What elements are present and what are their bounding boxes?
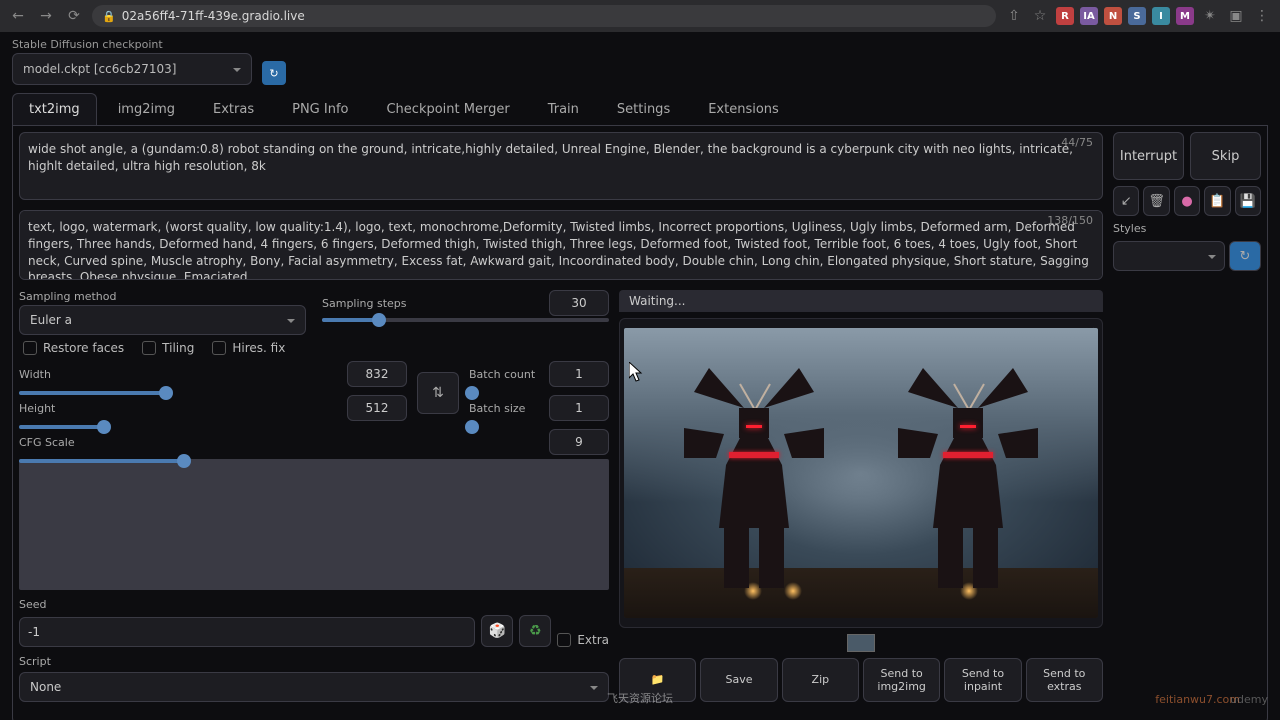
- prompt-negative[interactable]: [19, 210, 1103, 280]
- cfg-slider[interactable]: [19, 459, 609, 590]
- seed-random-button[interactable]: 🎲: [481, 615, 513, 647]
- width-label: Width: [19, 368, 51, 381]
- reload-button[interactable]: ⟳: [64, 6, 84, 26]
- zip-button[interactable]: Zip: [782, 658, 859, 702]
- pos-token-counter: 44/75: [1061, 136, 1093, 149]
- tiling-checkbox[interactable]: Tiling: [142, 341, 194, 355]
- forward-button[interactable]: →: [36, 6, 56, 26]
- checkpoint-dropdown[interactable]: model.ckpt [cc6cb27103]: [12, 53, 252, 85]
- cfg-input[interactable]: [549, 429, 609, 455]
- url-text: 02a56ff4-71ff-439e.gradio.live: [122, 9, 305, 23]
- sampling-method-label: Sampling method: [19, 290, 306, 303]
- prompt-positive[interactable]: [19, 132, 1103, 200]
- sampling-method-select[interactable]: Euler a: [19, 305, 306, 335]
- refresh-checkpoint-button[interactable]: ↻: [262, 61, 286, 85]
- tab-settings[interactable]: Settings: [600, 93, 687, 125]
- watermark-left: 飞天资源论坛: [607, 690, 673, 706]
- neg-token-counter: 138/150: [1047, 214, 1093, 227]
- share-icon[interactable]: ⇧: [1004, 6, 1024, 26]
- watermark-right: feitianwu7.com: [1155, 693, 1240, 706]
- batch-size-label: Batch size: [469, 402, 525, 415]
- seed-label: Seed: [19, 598, 609, 611]
- sampling-steps-label: Sampling steps: [322, 297, 407, 310]
- seed-extra-checkbox[interactable]: Extra: [557, 633, 609, 647]
- ext-icon-1[interactable]: R: [1056, 7, 1074, 25]
- ext-icon-5[interactable]: I: [1152, 7, 1170, 25]
- save-style-button[interactable]: 💾: [1235, 186, 1261, 216]
- apply-style-button[interactable]: 📋: [1204, 186, 1230, 216]
- menu-icon[interactable]: ⋮: [1252, 6, 1272, 26]
- height-label: Height: [19, 402, 55, 415]
- thumbnail[interactable]: [847, 634, 875, 652]
- tab-txt2img[interactable]: txt2img: [12, 93, 97, 125]
- cfg-label: CFG Scale: [19, 436, 75, 449]
- send-img2img-button[interactable]: Send to img2img: [863, 658, 940, 702]
- styles-label: Styles: [1113, 222, 1261, 235]
- refresh-styles-button[interactable]: ↻: [1229, 241, 1261, 271]
- ext-icon-4[interactable]: S: [1128, 7, 1146, 25]
- send-extras-button[interactable]: Send to extras: [1026, 658, 1103, 702]
- hires-fix-checkbox[interactable]: Hires. fix: [212, 341, 285, 355]
- seed-input[interactable]: [19, 617, 475, 647]
- read-prompt-button[interactable]: ↙: [1113, 186, 1139, 216]
- main-tabs: txt2img img2img Extras PNG Info Checkpoi…: [12, 93, 1268, 126]
- sampling-steps-input[interactable]: [549, 290, 609, 316]
- bookmark-icon[interactable]: ☆: [1030, 6, 1050, 26]
- styles-dropdown[interactable]: [1113, 241, 1225, 271]
- show-extra-button[interactable]: ●: [1174, 186, 1200, 216]
- batch-count-input[interactable]: [549, 361, 609, 387]
- seed-recycle-button[interactable]: ♻: [519, 615, 551, 647]
- output-status: Waiting...: [619, 290, 1103, 312]
- lock-icon: 🔒: [102, 10, 116, 23]
- restore-faces-checkbox[interactable]: Restore faces: [23, 341, 124, 355]
- batch-size-input[interactable]: [549, 395, 609, 421]
- width-input[interactable]: [347, 361, 407, 387]
- output-image[interactable]: ✕: [619, 318, 1103, 628]
- back-button[interactable]: ←: [8, 6, 28, 26]
- save-button[interactable]: Save: [700, 658, 777, 702]
- browser-chrome: ← → ⟳ 🔒 02a56ff4-71ff-439e.gradio.live ⇧…: [0, 0, 1280, 32]
- panel-icon[interactable]: ▣: [1226, 6, 1246, 26]
- swap-dimensions-button[interactable]: ⇅: [417, 372, 459, 414]
- clear-prompt-button[interactable]: 🗑: [1143, 186, 1169, 216]
- checkpoint-label: Stable Diffusion checkpoint: [12, 38, 252, 51]
- send-inpaint-button[interactable]: Send to inpaint: [944, 658, 1021, 702]
- tab-img2img[interactable]: img2img: [101, 93, 192, 125]
- batch-count-label: Batch count: [469, 368, 535, 381]
- tab-extras[interactable]: Extras: [196, 93, 271, 125]
- ext-icon-3[interactable]: N: [1104, 7, 1122, 25]
- extensions-icon[interactable]: ✴: [1200, 6, 1220, 26]
- tab-merger[interactable]: Checkpoint Merger: [369, 93, 526, 125]
- tab-pnginfo[interactable]: PNG Info: [275, 93, 365, 125]
- height-input[interactable]: [347, 395, 407, 421]
- generated-image: [624, 328, 1098, 618]
- ext-icon-6[interactable]: M: [1176, 7, 1194, 25]
- tab-train[interactable]: Train: [531, 93, 596, 125]
- script-select[interactable]: None: [19, 672, 609, 702]
- url-bar[interactable]: 🔒 02a56ff4-71ff-439e.gradio.live: [92, 5, 996, 27]
- watermark-far: udemy: [1230, 693, 1268, 706]
- ext-icon-2[interactable]: IA: [1080, 7, 1098, 25]
- tab-extensions[interactable]: Extensions: [691, 93, 796, 125]
- interrupt-button[interactable]: Interrupt: [1113, 132, 1184, 180]
- skip-button[interactable]: Skip: [1190, 132, 1261, 180]
- script-label: Script: [19, 655, 609, 668]
- sampling-steps-slider[interactable]: [322, 318, 609, 322]
